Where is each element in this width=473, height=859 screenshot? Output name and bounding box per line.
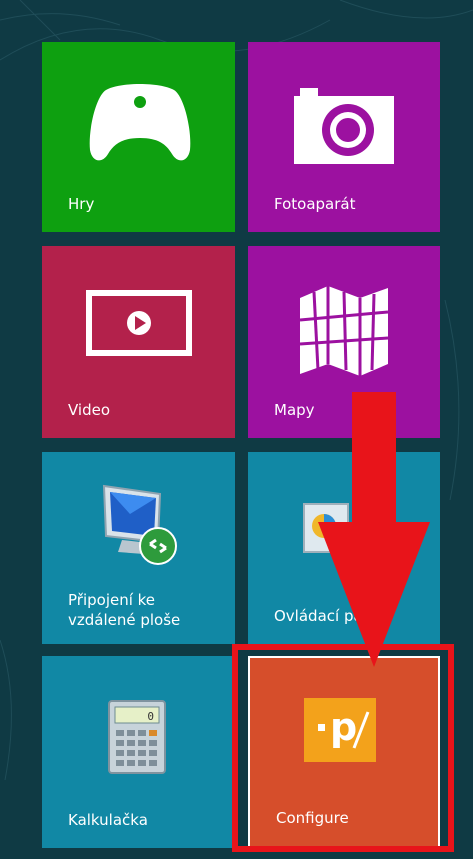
svg-text:0: 0 — [147, 710, 154, 723]
tile-label: Configure — [276, 809, 349, 827]
tile-label: Hry — [68, 195, 95, 213]
control-panel-icon — [303, 503, 349, 553]
tile-kalkulacka[interactable]: 0 Kalkulačka — [42, 656, 235, 848]
tile-label: Připojení ke vzdálené ploše — [68, 590, 180, 630]
svg-text:p: p — [330, 705, 357, 749]
video-player-icon — [86, 290, 192, 356]
gamepad-icon — [89, 84, 191, 161]
tile-ovladaci-panely[interactable]: Ovládací panely — [248, 452, 440, 644]
tile-pripojeni-ke-vzdalene-plose[interactable]: Připojení ke vzdálené ploše — [42, 452, 235, 644]
tile-configure[interactable]: p Configure — [248, 656, 440, 848]
calculator-icon: 0 — [108, 700, 166, 774]
configure-app-icon: p — [304, 698, 376, 762]
tile-mapy[interactable]: Mapy — [248, 246, 440, 438]
tile-label: Kalkulačka — [68, 811, 148, 829]
tile-label: Fotoaparát — [274, 195, 356, 213]
tile-fotoaparat[interactable]: Fotoaparát — [248, 42, 440, 232]
camera-icon — [294, 88, 394, 164]
tile-video[interactable]: Video — [42, 246, 235, 438]
map-icon — [300, 286, 388, 376]
tile-label: Video — [68, 401, 111, 419]
tile-label-line: vzdálené ploše — [68, 611, 181, 629]
tile-label-line: Připojení ke — [68, 591, 156, 609]
tile-label: Ovládací panely — [274, 607, 395, 625]
tile-label: Mapy — [274, 401, 315, 419]
remote-desktop-icon — [102, 484, 177, 565]
tile-hry[interactable]: Hry — [42, 42, 235, 232]
